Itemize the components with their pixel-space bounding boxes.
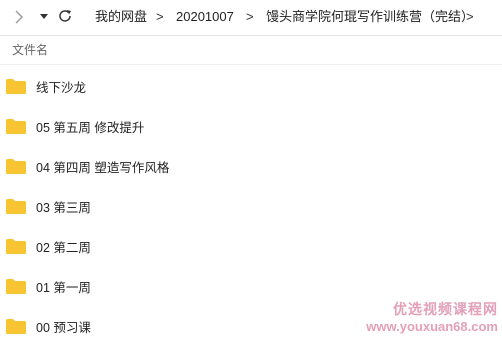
folder-name: 03 第三周 <box>36 200 91 215</box>
folder-icon <box>6 318 26 334</box>
watermark-url: www.youxuan68.com <box>366 319 498 334</box>
folder-name: 04 第四周 塑造写作风格 <box>36 160 170 175</box>
column-divider <box>0 64 502 65</box>
breadcrumb-separator: > <box>466 9 474 24</box>
folder-icon <box>6 118 26 134</box>
watermark-title: 优选视频课程网 <box>393 301 498 317</box>
refresh-button[interactable] <box>57 8 73 24</box>
folder-name: 01 第一周 <box>36 280 91 295</box>
breadcrumb-item-date[interactable]: 20201007 <box>176 8 234 26</box>
folder-row[interactable]: 线下沙龙 <box>0 66 502 106</box>
folder-icon <box>6 198 26 214</box>
folder-icon <box>6 238 26 254</box>
refresh-icon <box>59 10 71 22</box>
header-divider <box>0 35 502 36</box>
breadcrumb-item-current[interactable]: 馒头商学院何琨写作训练营（完结） <box>266 8 474 26</box>
folder-name: 05 第五周 修改提升 <box>36 120 145 135</box>
folder-icon <box>6 158 26 174</box>
chevron-left-icon <box>15 10 23 24</box>
folder-icon <box>6 278 26 294</box>
folder-name: 00 预习课 <box>36 320 91 335</box>
column-header-filename[interactable]: 文件名 <box>12 42 48 58</box>
breadcrumb-item-root[interactable]: 我的网盘 <box>95 8 147 26</box>
folder-row[interactable]: 02 第二周 <box>0 226 502 266</box>
folder-row[interactable]: 04 第四周 塑造写作风格 <box>0 146 502 186</box>
toolbar: 我的网盘 > 20201007 > 馒头商学院何琨写作训练营（完结） > <box>0 0 502 34</box>
folder-name: 线下沙龙 <box>36 80 87 95</box>
folder-row[interactable]: 03 第三周 <box>0 186 502 226</box>
folder-name: 02 第二周 <box>36 240 91 255</box>
history-dropdown-button[interactable] <box>39 11 49 21</box>
watermark: 优选视频课程网 www.youxuan68.com <box>366 300 498 336</box>
folder-row[interactable]: 05 第五周 修改提升 <box>0 106 502 146</box>
breadcrumb-separator: > <box>156 9 164 24</box>
folder-icon <box>6 78 26 94</box>
breadcrumb-separator: > <box>246 9 254 24</box>
back-button[interactable] <box>12 9 26 25</box>
caret-down-icon <box>40 14 48 19</box>
